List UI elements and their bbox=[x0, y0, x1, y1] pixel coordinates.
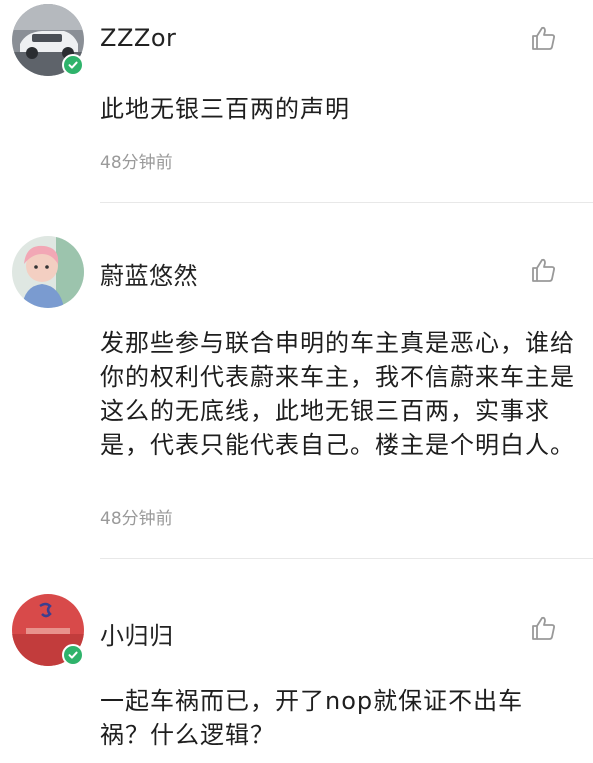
verified-check-icon bbox=[62, 54, 84, 76]
avatar[interactable] bbox=[12, 594, 84, 666]
avatar[interactable] bbox=[12, 236, 84, 308]
comment-text: 此地无银三百两的声明 bbox=[100, 95, 350, 123]
timestamp: 48分钟前 bbox=[100, 153, 173, 173]
thumbs-up-icon[interactable] bbox=[529, 614, 557, 642]
comment-text: 发那些参与联合申明的车主真是恶心，谁给你的权利代表蔚来车主，我不信蔚来车主是这么… bbox=[100, 329, 575, 459]
username[interactable]: 小归归 bbox=[100, 616, 174, 651]
verified-check-icon bbox=[62, 644, 84, 666]
username[interactable]: 蔚蓝悠然 bbox=[100, 256, 198, 291]
timestamp: 48分钟前 bbox=[100, 509, 173, 529]
username[interactable]: ZZZor bbox=[100, 24, 176, 52]
divider bbox=[100, 202, 593, 203]
divider bbox=[100, 558, 593, 559]
thumbs-up-icon[interactable] bbox=[529, 24, 557, 52]
thumbs-up-icon[interactable] bbox=[529, 256, 557, 284]
avatar-image bbox=[12, 236, 84, 308]
avatar[interactable] bbox=[12, 4, 84, 76]
comment-text: 一起车祸而已，开了nop就保证不出车祸？什么逻辑？ bbox=[100, 687, 524, 749]
